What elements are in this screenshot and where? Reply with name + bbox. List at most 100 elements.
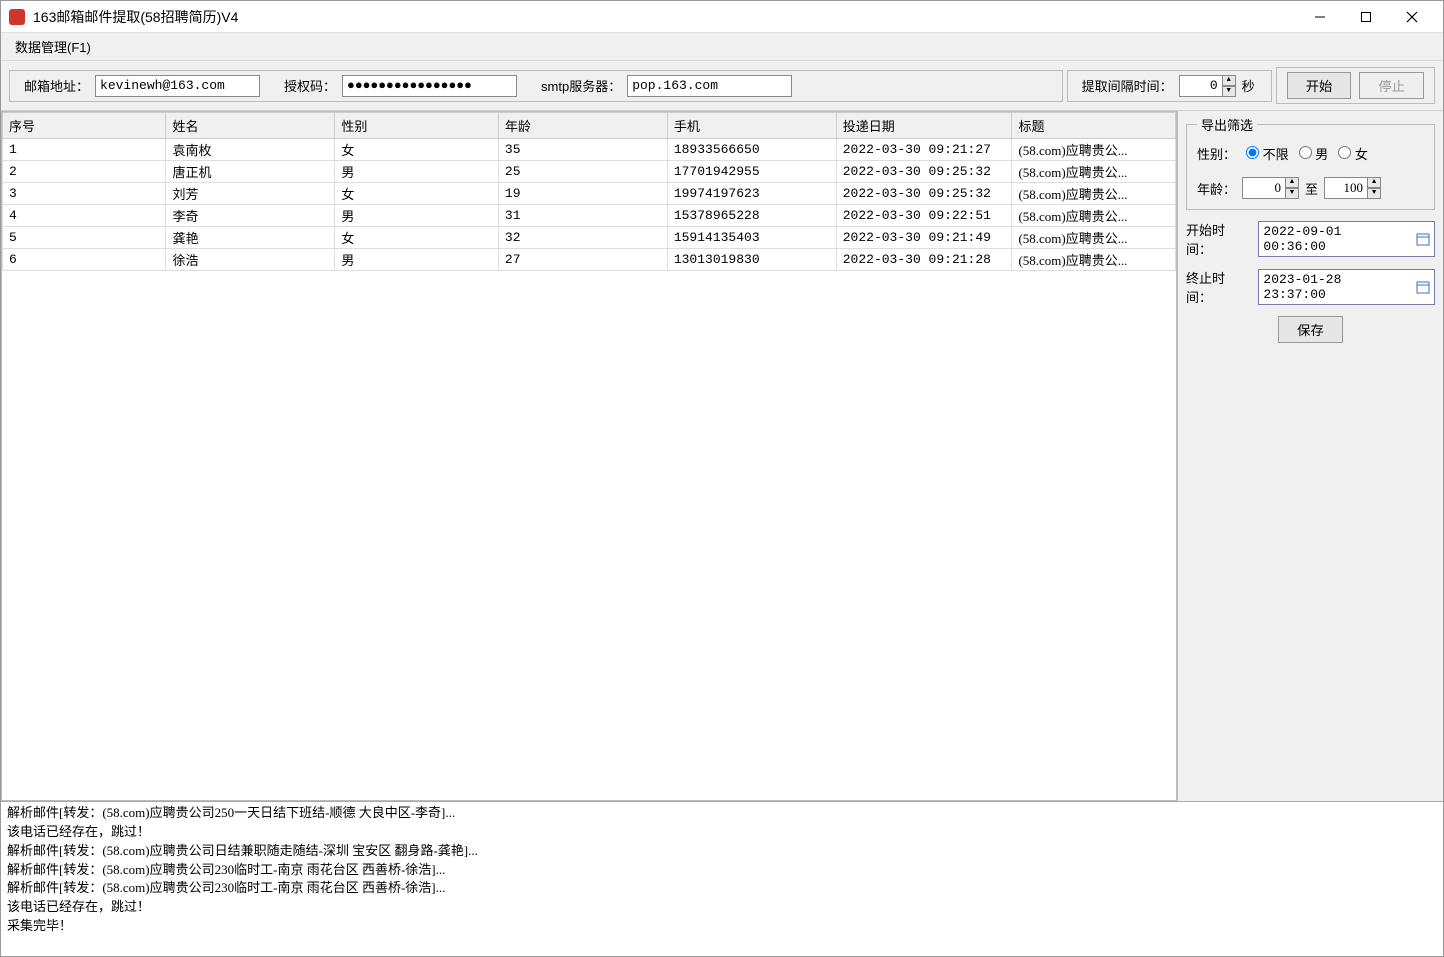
cell-name: 袁南枚 [166,139,335,161]
table-row[interactable]: 2唐正机男25177019429552022-03-30 09:25:32(58… [3,161,1176,183]
cell-seq: 6 [3,249,166,271]
cell-phone: 13013019830 [667,249,836,271]
mailbox-input[interactable] [95,75,260,97]
cell-gender: 男 [335,205,498,227]
cell-seq: 5 [3,227,166,249]
cell-title: (58.com)应聘贵公... [1012,161,1176,183]
cell-title: (58.com)应聘贵公... [1012,249,1176,271]
log-line: 该电话已经存在，跳过！ [7,823,1437,842]
column-header[interactable]: 投递日期 [836,113,1012,139]
interval-unit: 秒 [1242,76,1255,95]
gender-label: 性别： [1197,144,1236,163]
cell-title: (58.com)应聘贵公... [1012,139,1176,161]
age-from-up[interactable]: ▲ [1285,177,1299,188]
cell-title: (58.com)应聘贵公... [1012,183,1176,205]
age-label: 年龄： [1197,179,1236,198]
cell-date: 2022-03-30 09:25:32 [836,183,1012,205]
table-row[interactable]: 3刘芳女19199741976232022-03-30 09:25:32(58.… [3,183,1176,205]
cell-date: 2022-03-30 09:21:27 [836,139,1012,161]
cell-gender: 女 [335,183,498,205]
cell-phone: 15378965228 [667,205,836,227]
menu-data-manage[interactable]: 数据管理(F1) [9,34,97,59]
close-button[interactable] [1389,2,1435,32]
toolbar: 邮箱地址： 授权码： smtp服务器： 提取间隔时间： ▲ ▼ 秒 开始 停止 [1,61,1443,111]
interval-input[interactable] [1179,75,1223,97]
cell-name: 刘芳 [166,183,335,205]
age-from-down[interactable]: ▼ [1285,188,1299,199]
stop-button: 停止 [1359,72,1424,99]
column-header[interactable]: 姓名 [166,113,335,139]
gender-female-radio[interactable]: 女 [1338,144,1368,163]
age-to-up[interactable]: ▲ [1367,177,1381,188]
age-to-down[interactable]: ▼ [1367,188,1381,199]
start-button[interactable]: 开始 [1287,72,1352,99]
start-time-label: 开始时间： [1186,220,1250,258]
column-header[interactable]: 性别 [335,113,498,139]
smtp-input[interactable] [627,75,792,97]
cell-seq: 3 [3,183,166,205]
column-header[interactable]: 标题 [1012,113,1176,139]
start-time-picker[interactable]: 2022-09-01 00:36:00 [1258,221,1435,257]
save-button[interactable]: 保存 [1278,316,1343,343]
cell-phone: 17701942955 [667,161,836,183]
cell-name: 李奇 [166,205,335,227]
cell-gender: 女 [335,227,498,249]
cell-age: 31 [498,205,667,227]
cell-phone: 18933566650 [667,139,836,161]
cell-title: (58.com)应聘贵公... [1012,205,1176,227]
filter-legend: 导出筛选 [1197,115,1257,134]
interval-down[interactable]: ▼ [1222,86,1236,97]
interval-label: 提取间隔时间： [1082,76,1173,95]
log-panel[interactable]: 解析邮件[转发：(58.com)应聘贵公司250一天日结下班结-顺德 大良中区-… [1,801,1443,956]
cell-gender: 男 [335,161,498,183]
smtp-label: smtp服务器： [541,76,621,95]
column-header[interactable]: 手机 [667,113,836,139]
calendar-icon [1416,232,1430,246]
cell-date: 2022-03-30 09:21:28 [836,249,1012,271]
cell-gender: 男 [335,249,498,271]
end-time-label: 终止时间： [1186,268,1250,306]
gender-male-radio[interactable]: 男 [1299,144,1329,163]
log-line: 解析邮件[转发：(58.com)应聘贵公司日结兼职随走随结-深圳 宝安区 翻身路… [7,842,1437,861]
auth-input[interactable] [342,75,517,97]
end-time-picker[interactable]: 2023-01-28 23:37:00 [1258,269,1435,305]
calendar-icon [1416,280,1430,294]
app-window: 163邮箱邮件提取(58招聘简历)V4 数据管理(F1) 邮箱地址： 授权码： … [0,0,1444,957]
data-grid[interactable]: 序号姓名性别年龄手机投递日期标题 1袁南枚女35189335666502022-… [1,111,1177,801]
maximize-button[interactable] [1343,2,1389,32]
filter-panel: 导出筛选 性别： 不限 男 女 年龄： ▲▼ 至 ▲▼ [1186,115,1435,210]
cell-phone: 15914135403 [667,227,836,249]
log-line: 解析邮件[转发：(58.com)应聘贵公司250一天日结下班结-顺德 大良中区-… [7,804,1437,823]
cell-age: 25 [498,161,667,183]
table-row[interactable]: 1袁南枚女35189335666502022-03-30 09:21:27(58… [3,139,1176,161]
log-line: 采集完毕！ [7,917,1437,936]
app-icon [9,9,25,25]
window-title: 163邮箱邮件提取(58招聘简历)V4 [33,7,1297,27]
cell-phone: 19974197623 [667,183,836,205]
cell-seq: 1 [3,139,166,161]
age-from-input[interactable] [1242,177,1286,199]
interval-up[interactable]: ▲ [1222,75,1236,86]
mailbox-label: 邮箱地址： [24,76,89,95]
age-to-input[interactable] [1324,177,1368,199]
cell-age: 35 [498,139,667,161]
table-row[interactable]: 4李奇男31153789652282022-03-30 09:22:51(58.… [3,205,1176,227]
minimize-button[interactable] [1297,2,1343,32]
cell-date: 2022-03-30 09:21:49 [836,227,1012,249]
cell-age: 27 [498,249,667,271]
cell-gender: 女 [335,139,498,161]
cell-name: 徐浩 [166,249,335,271]
column-header[interactable]: 年龄 [498,113,667,139]
titlebar: 163邮箱邮件提取(58招聘简历)V4 [1,1,1443,33]
log-line: 解析邮件[转发：(58.com)应聘贵公司230临时工-南京 雨花台区 西善桥-… [7,879,1437,898]
cell-date: 2022-03-30 09:25:32 [836,161,1012,183]
age-to-label: 至 [1305,179,1318,198]
table-row[interactable]: 6徐浩男27130130198302022-03-30 09:21:28(58.… [3,249,1176,271]
cell-name: 唐正机 [166,161,335,183]
cell-title: (58.com)应聘贵公... [1012,227,1176,249]
log-line: 解析邮件[转发：(58.com)应聘贵公司230临时工-南京 雨花台区 西善桥-… [7,861,1437,880]
log-line: 该电话已经存在，跳过！ [7,898,1437,917]
column-header[interactable]: 序号 [3,113,166,139]
table-row[interactable]: 5龚艳女32159141354032022-03-30 09:21:49(58.… [3,227,1176,249]
gender-any-radio[interactable]: 不限 [1246,144,1289,163]
